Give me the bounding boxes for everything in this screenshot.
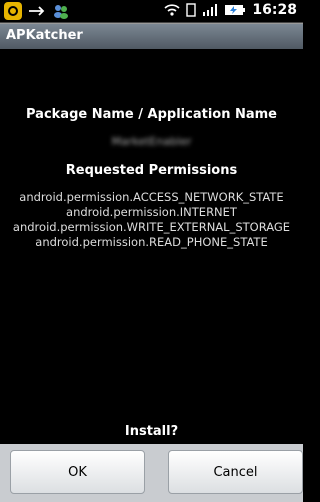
permission-item: android.permission.READ_PHONE_STATE: [35, 235, 268, 249]
status-bar: 16:28: [0, 0, 303, 23]
permission-item: android.permission.WRITE_EXTERNAL_STORAG…: [12, 220, 291, 234]
signal-icon: [202, 3, 218, 17]
app-title: APKatcher: [6, 28, 83, 43]
cancel-button[interactable]: Cancel: [168, 450, 303, 494]
ok-button[interactable]: OK: [10, 450, 145, 494]
photo-icon: [186, 3, 197, 17]
app-title-bar: APKatcher: [0, 23, 303, 49]
package-name: MarketEnabler: [111, 135, 192, 148]
permissions-list: android.permission.ACCESS_NETWORK_STATE …: [0, 190, 303, 250]
button-bar: OK Cancel: [0, 444, 303, 502]
app-notification-icon: [4, 2, 22, 20]
permission-dialog: Package Name / Application Name MarketEn…: [0, 49, 303, 449]
install-prompt: Install?: [124, 424, 179, 439]
permission-item: android.permission.ACCESS_NETWORK_STATE: [19, 190, 284, 204]
permissions-heading: Requested Permissions: [65, 163, 238, 178]
permission-item: android.permission.INTERNET: [66, 205, 237, 219]
package-heading: Package Name / Application Name: [26, 107, 277, 122]
usb-icon: [28, 2, 46, 20]
battery-icon: [224, 3, 246, 17]
clock: 16:28: [252, 2, 297, 18]
wifi-icon: [164, 3, 180, 17]
messenger-icon: [52, 2, 70, 20]
